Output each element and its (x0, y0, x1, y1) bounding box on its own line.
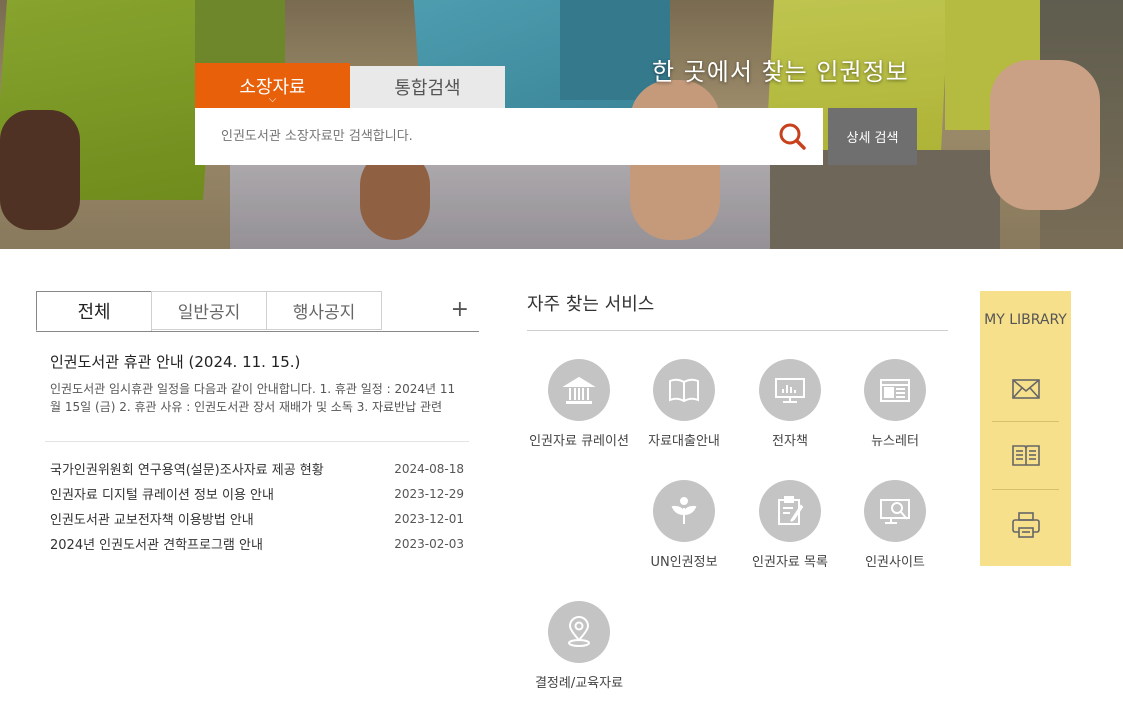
service-icon-circle (548, 359, 610, 421)
notice-title: 2024년 인권도서관 견학프로그램 안내 (50, 538, 263, 553)
list-item[interactable]: 인권자료 디지털 큐레이션 정보 이용 안내 2023-12-29 (50, 481, 464, 506)
notice-date: 2024-08-18 (394, 461, 464, 476)
search-tabs: 소장자료 ⌵ 통합검색 (195, 63, 505, 108)
tab-event-notice[interactable]: 행사공지 (266, 291, 382, 330)
service-icon-circle (864, 480, 926, 542)
service-label: 인권사이트 (865, 555, 925, 570)
catalog-icon[interactable] (1010, 439, 1042, 471)
divider (992, 421, 1059, 422)
notice-date: 2023-12-01 (394, 511, 464, 526)
notice-title: 국가인권위원회 연구용역(설문)조사자료 제공 현황 (50, 463, 324, 478)
more-notice-button[interactable]: + (451, 297, 469, 322)
service-label: 뉴스레터 (871, 434, 919, 449)
hero-banner: 한 곳에서 찾는 인권정보 소장자료 ⌵ 통합검색 상세 검색 (0, 0, 1123, 249)
featured-notice-body[interactable]: 인권도서관 임시휴관 일정을 다음과 같이 안내합니다. 1. 휴관 일정 : … (50, 380, 464, 420)
service-label: 인권자료 큐레이션 (529, 434, 629, 449)
service-icon-circle (759, 480, 821, 542)
divider (527, 330, 948, 331)
service-newsletter[interactable]: 뉴스레터 (840, 359, 950, 451)
service-icon-circle (864, 359, 926, 421)
chevron-down-icon: ⌵ (268, 94, 277, 105)
service-label: 인권자료 목록 (752, 555, 828, 570)
my-library-title: MY LIBRARY (984, 312, 1067, 328)
service-ebook[interactable]: 전자책 (735, 359, 845, 451)
mail-icon[interactable] (1010, 373, 1042, 405)
sprout-hand-icon (671, 497, 697, 524)
search-box (195, 108, 823, 165)
notice-tabs: 전체 일반공지 행사공지 + (36, 291, 479, 332)
monitor-search-icon (880, 499, 910, 524)
list-item[interactable]: 인권도서관 교보전자책 이용방법 안내 2023-12-01 (50, 506, 464, 531)
newspaper-icon (880, 379, 910, 402)
search-button[interactable] (777, 121, 809, 153)
service-label: UN인권정보 (650, 555, 718, 570)
service-icon-circle (653, 480, 715, 542)
divider (45, 441, 469, 442)
service-curation[interactable]: 인권자료 큐레이션 (524, 359, 634, 451)
search-tab-label: 통합검색 (394, 78, 461, 99)
service-loan-guide[interactable]: 자료대출안내 (629, 359, 739, 451)
clipboard-pen-icon (778, 496, 804, 525)
notice-list: 국가인권위원회 연구용역(설문)조사자료 제공 현황 2024-08-18 인권… (50, 456, 464, 556)
hero-title: 한 곳에서 찾는 인권정보 (652, 58, 909, 86)
search-input[interactable] (219, 128, 763, 145)
map-pin-icon (568, 616, 590, 647)
tab-all[interactable]: 전체 (36, 291, 152, 331)
service-decisions[interactable]: 결정례/교육자료 (524, 601, 634, 693)
advanced-search-button[interactable]: 상세 검색 (828, 108, 917, 165)
museum-icon (562, 376, 596, 404)
service-icon-circle (548, 601, 610, 663)
notice-title: 인권도서관 교보전자책 이용방법 안내 (50, 513, 254, 528)
search-tab-integrated[interactable]: 통합검색 (350, 66, 505, 108)
list-item[interactable]: 국가인권위원회 연구용역(설문)조사자료 제공 현황 2024-08-18 (50, 456, 464, 481)
service-un-info[interactable]: UN인권정보 (629, 480, 739, 572)
book-icon (669, 378, 699, 403)
service-label: 자료대출안내 (648, 434, 720, 449)
monitor-chart-icon (775, 378, 805, 403)
print-icon[interactable] (1010, 509, 1042, 541)
list-item[interactable]: 2024년 인권도서관 견학프로그램 안내 2023-02-03 (50, 531, 464, 556)
services-title: 자주 찾는 서비스 (527, 294, 655, 315)
notice-title: 인권자료 디지털 큐레이션 정보 이용 안내 (50, 488, 274, 503)
featured-notice-title[interactable]: 인권도서관 휴관 안내 (2024. 11. 15.) (50, 351, 300, 372)
service-icon-circle (759, 359, 821, 421)
tab-general-notice[interactable]: 일반공지 (151, 291, 267, 330)
notice-date: 2023-02-03 (394, 536, 464, 551)
service-catalog[interactable]: 인권자료 목록 (735, 480, 845, 572)
service-label: 결정례/교육자료 (534, 676, 624, 691)
divider (992, 489, 1059, 490)
search-tab-collection[interactable]: 소장자료 ⌵ (195, 63, 350, 108)
service-icon-circle (653, 359, 715, 421)
service-label: 전자책 (772, 434, 808, 449)
search-icon (779, 123, 806, 150)
service-sites[interactable]: 인권사이트 (840, 480, 950, 572)
my-library-panel: MY LIBRARY (980, 291, 1071, 566)
notice-date: 2023-12-29 (394, 486, 464, 501)
